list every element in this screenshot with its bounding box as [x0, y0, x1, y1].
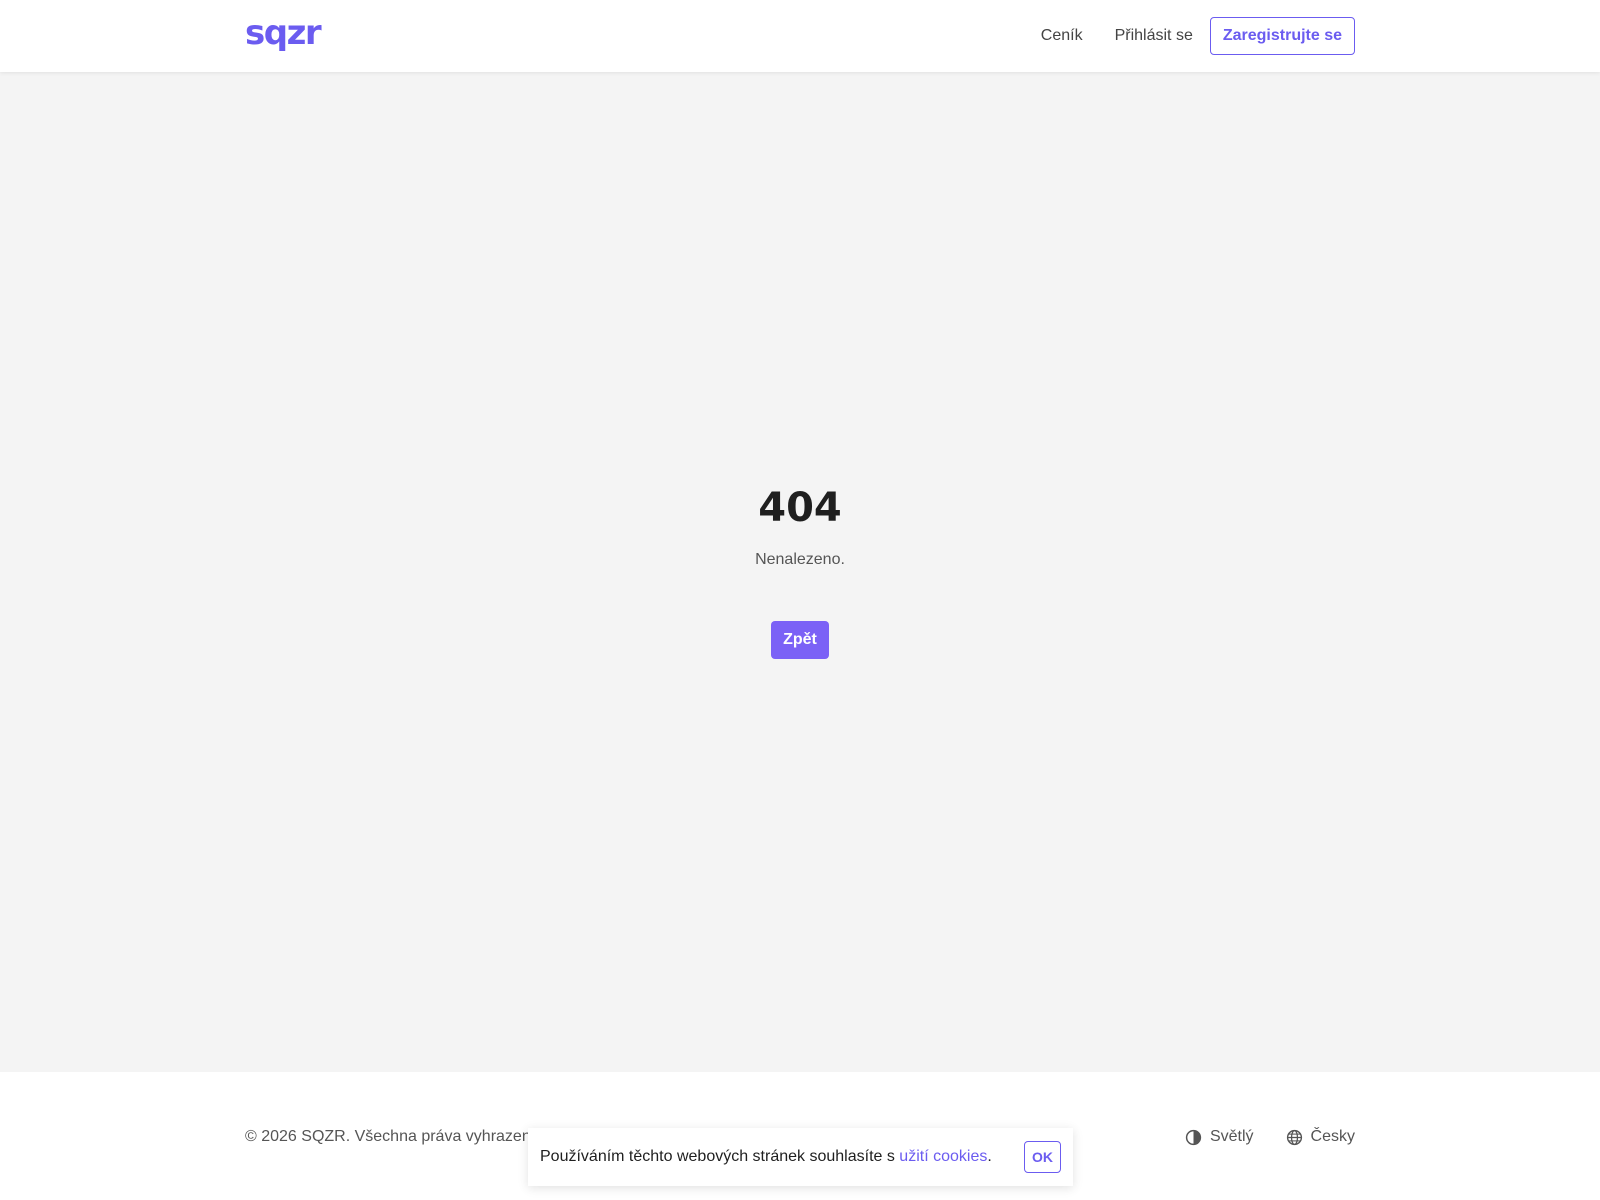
cookie-ok-button[interactable]: OK [1024, 1141, 1061, 1173]
theme-label: Světlý [1209, 1128, 1254, 1145]
copyright-text: © 2026 SQZR. Všechna práva vyhrazena [245, 1128, 540, 1145]
cookie-suffix: . [987, 1148, 992, 1165]
error-message: Nenalezeno. [755, 551, 845, 568]
cookie-message: Používáním těchto webových stránek souhl… [540, 1148, 900, 1165]
site-header: sqzr Ceník Přihlásit se Zaregistrujte se [0, 0, 1600, 72]
contrast-icon [1185, 1129, 1202, 1145]
top-nav: Ceník Přihlásit se Zaregistrujte se [1041, 17, 1355, 55]
signup-button[interactable]: Zaregistrujte se [1209, 17, 1355, 55]
language-label: Česky [1310, 1128, 1355, 1145]
globe-icon [1286, 1129, 1302, 1145]
error-code: 404 [758, 485, 842, 531]
nav-pricing-link[interactable]: Ceník [1041, 17, 1083, 55]
logo[interactable]: sqzr [245, 13, 322, 53]
cookie-text: Používáním těchto webových stránek souhl… [540, 1145, 1024, 1169]
footer-controls: Světlý Česky [1185, 1125, 1355, 1149]
language-selector[interactable]: Česky [1286, 1125, 1355, 1149]
main-content [0, 72, 1600, 1072]
back-button[interactable]: Zpět [771, 621, 829, 659]
theme-toggle[interactable]: Světlý [1185, 1125, 1254, 1149]
cookie-banner: Používáním těchto webových stránek souhl… [528, 1128, 1073, 1186]
nav-login-link[interactable]: Přihlásit se [1115, 17, 1193, 55]
cookie-policy-link[interactable]: užití cookies [899, 1148, 987, 1165]
